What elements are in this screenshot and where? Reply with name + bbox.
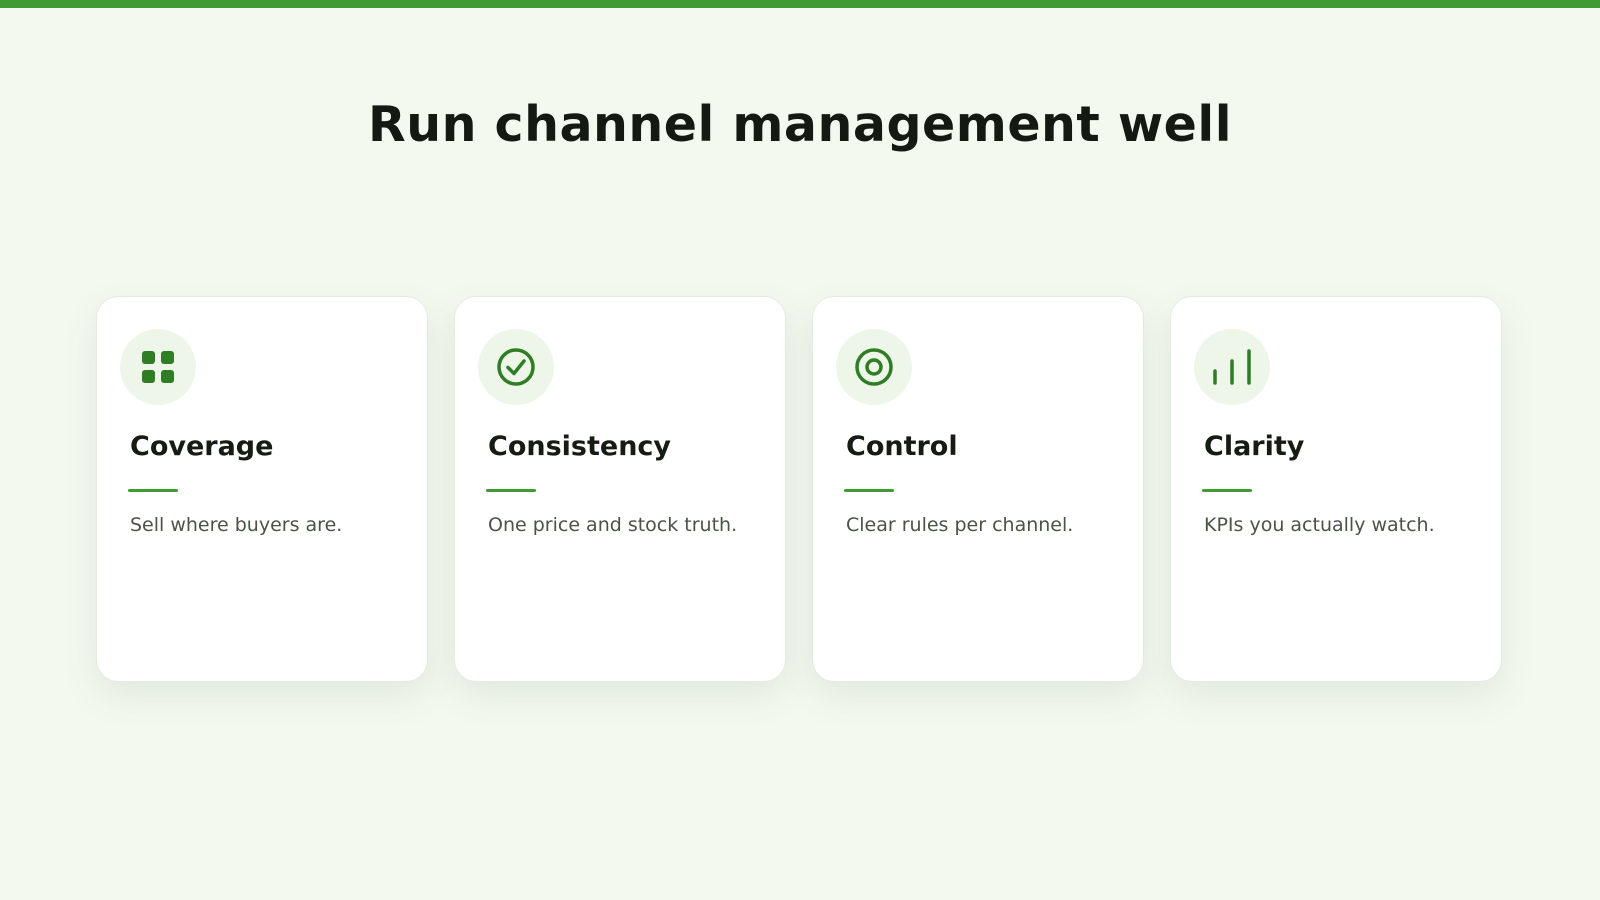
top-accent-bar: [0, 0, 1600, 8]
card-divider: [486, 489, 536, 492]
card-coverage: Coverage Sell where buyers are.: [96, 296, 428, 682]
card-control: Control Clear rules per channel.: [812, 296, 1144, 682]
check-circle-icon: [478, 329, 554, 405]
card-title: Consistency: [488, 431, 672, 462]
feature-cards: Coverage Sell where buyers are. Consiste…: [96, 296, 1504, 682]
card-consistency: Consistency One price and stock truth.: [454, 296, 786, 682]
card-title: Coverage: [130, 431, 274, 462]
target-icon: [836, 329, 912, 405]
card-divider: [844, 489, 894, 492]
card-description: Sell where buyers are.: [130, 514, 343, 536]
card-clarity: Clarity KPIs you actually watch.: [1170, 296, 1502, 682]
card-title: Clarity: [1204, 431, 1305, 462]
card-divider: [1202, 489, 1252, 492]
card-divider: [128, 489, 178, 492]
card-title: Control: [846, 431, 958, 462]
card-description: Clear rules per channel.: [846, 514, 1074, 536]
card-description: One price and stock truth.: [488, 514, 738, 536]
card-description: KPIs you actually watch.: [1204, 514, 1435, 536]
bar-chart-icon: [1194, 329, 1270, 405]
page-title: Run channel management well: [367, 96, 1233, 153]
grid-icon: [120, 329, 196, 405]
